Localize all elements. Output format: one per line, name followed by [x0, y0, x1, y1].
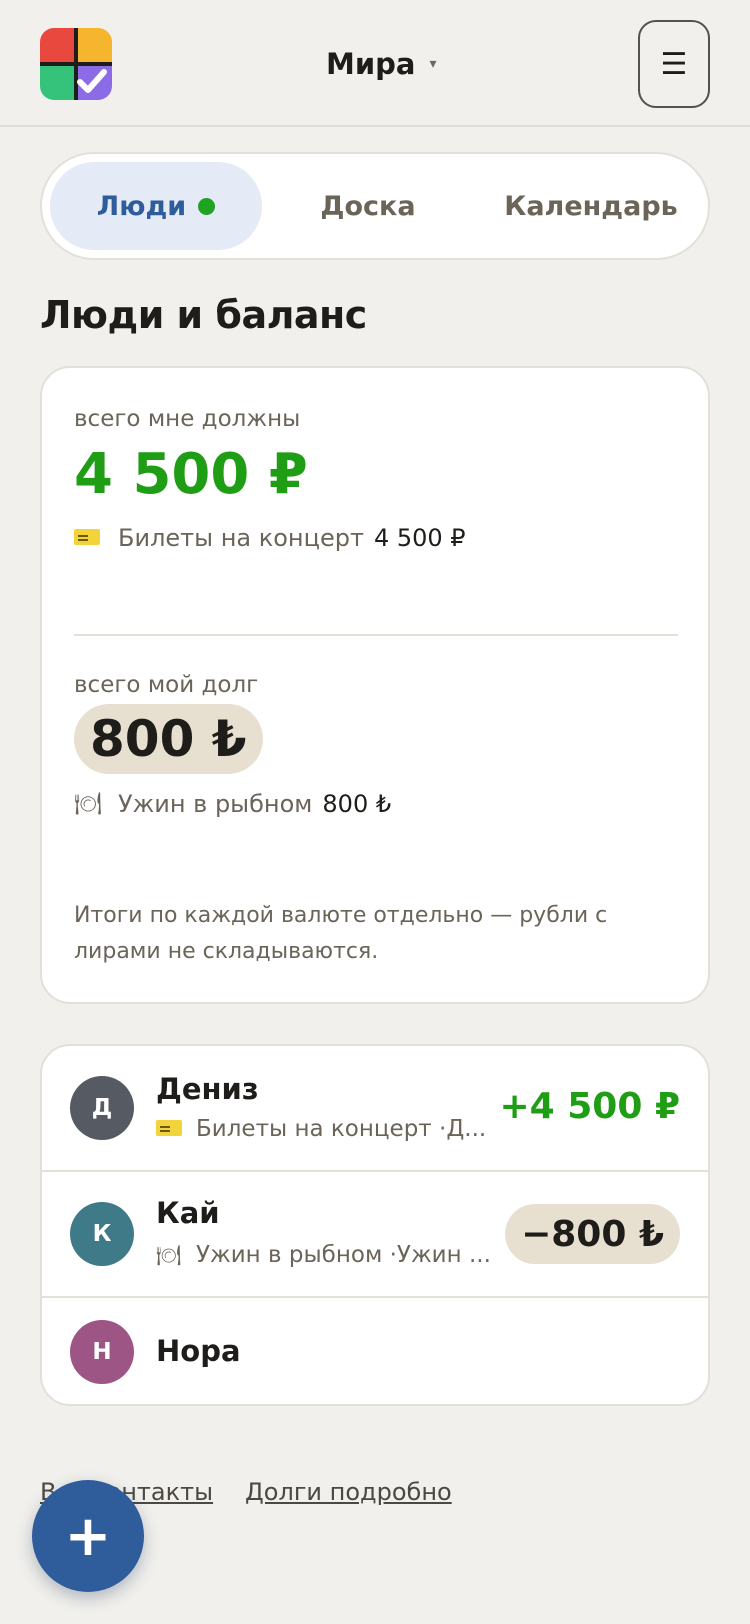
person-balance: +4 500 ₽: [499, 1086, 680, 1127]
ticket-icon: [156, 1117, 184, 1141]
list-item-nora[interactable]: Н Нора: [42, 1298, 708, 1404]
person-balance: −800 ₺: [505, 1204, 680, 1264]
tab-calendar[interactable]: Календарь: [478, 162, 704, 250]
app-logo[interactable]: [40, 28, 112, 100]
active-dot-icon: [198, 197, 216, 215]
list-item-deniz[interactable]: Д Дениз Билеты на концерт ·Д... +4 500 ₽: [42, 1046, 708, 1172]
owed-item-amount: 4 500 ₽: [373, 524, 466, 552]
tab-board-label: Доска: [320, 190, 416, 222]
avatar: Н: [70, 1320, 134, 1384]
tab-people[interactable]: Люди: [50, 162, 262, 250]
person-name: Дениз: [156, 1072, 259, 1106]
debt-label: всего мой долг: [74, 672, 259, 698]
tab-people-label: Люди: [96, 190, 187, 222]
plate-icon: 🍽: [74, 791, 102, 817]
page-title: Люди и баланс: [40, 293, 367, 337]
person-balance-value: −800 ₺: [521, 1213, 664, 1255]
plus-icon: +: [64, 1503, 112, 1569]
chevron-down-icon: ▾: [429, 56, 437, 72]
tab-board[interactable]: Доска: [268, 162, 468, 250]
plate-icon: 🍽: [156, 1243, 182, 1267]
divider: [74, 634, 678, 636]
person-name: Кай: [156, 1196, 220, 1230]
hamburger-icon: ☰: [660, 46, 688, 82]
people-list: Д Дениз Билеты на концерт ·Д... +4 500 ₽…: [40, 1044, 710, 1406]
balance-card: всего мне должны 4 500 ₽ Билеты на конце…: [40, 366, 710, 1004]
app-header: Мира ▾ ☰: [0, 0, 750, 127]
person-name: Нора: [156, 1334, 241, 1368]
debt-item-amount: 800 ₺: [322, 790, 392, 818]
currency-note: Итоги по каждой валюте отдельно — рубли …: [74, 903, 608, 964]
view-tabs: Люди Доска Календарь: [40, 152, 710, 260]
debt-item-row: 🍽 Ужин в рыбном 800 ₺: [74, 790, 391, 818]
list-item-kai[interactable]: К Кай 🍽 Ужин в рыбном ·Ужин ... −800 ₺: [42, 1172, 708, 1298]
avatar: Д: [70, 1076, 134, 1140]
user-switcher[interactable]: Мира ▾: [326, 44, 437, 84]
person-subtitle-text: Ужин в рыбном ·Ужин ...: [196, 1242, 491, 1268]
user-name: Мира: [326, 47, 416, 81]
debts-link[interactable]: Долги подробно: [245, 1478, 452, 1506]
debt-total-value: 800 ₺: [90, 710, 247, 768]
debt-item-title: Ужин в рыбном: [118, 790, 313, 818]
menu-button[interactable]: ☰: [638, 20, 710, 108]
person-subtitle: 🍽 Ужин в рыбном ·Ужин ...: [156, 1242, 496, 1268]
owed-label: всего мне должны: [74, 406, 301, 432]
tab-calendar-label: Календарь: [504, 190, 678, 222]
owed-item-title: Билеты на концерт: [118, 524, 364, 552]
avatar: К: [70, 1202, 134, 1266]
owed-total: 4 500 ₽: [74, 442, 308, 507]
add-button[interactable]: +: [32, 1480, 144, 1592]
debt-total: 800 ₺: [74, 704, 263, 774]
person-subtitle: Билеты на концерт ·Д...: [156, 1116, 496, 1142]
person-subtitle-text: Билеты на концерт ·Д...: [196, 1116, 487, 1142]
ticket-icon: [74, 526, 102, 551]
owed-item-row: Билеты на концерт 4 500 ₽: [74, 524, 466, 552]
